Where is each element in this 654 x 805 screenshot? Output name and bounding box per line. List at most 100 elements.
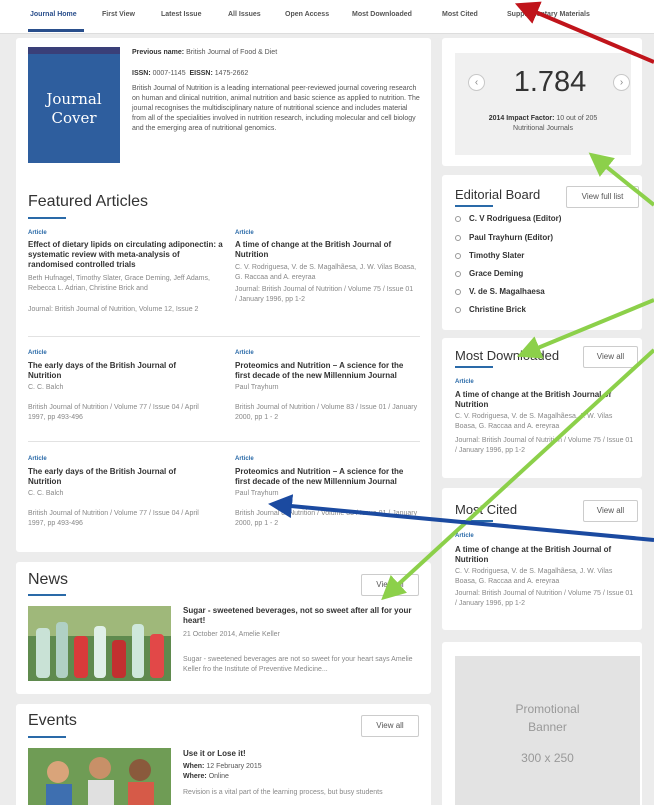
events-heading-rule <box>28 736 66 738</box>
article-label: Article <box>28 456 47 462</box>
most-downloaded-authors: C. V. Rodriguesa, V. de S. Magalhãesa, J… <box>455 413 613 430</box>
board-member-name: Grace Deming <box>469 269 524 278</box>
news-view-all-button[interactable]: View all <box>361 574 419 596</box>
tab-most-cited[interactable]: Most Cited <box>442 11 478 18</box>
article-title[interactable]: Effect of dietary lipids on circulating … <box>28 240 223 270</box>
article-authors: C. C. Balch <box>28 384 64 391</box>
news-title[interactable]: Sugar - sweetened beverages, not so swee… <box>183 606 418 626</box>
bullet-icon <box>455 234 461 241</box>
event-summary: Revision is a vital part of the learning… <box>183 789 383 796</box>
board-heading-rule <box>455 205 493 207</box>
bullet-icon <box>455 306 461 313</box>
downloaded-heading-rule <box>455 366 493 368</box>
board-member[interactable]: Grace Deming <box>455 269 523 278</box>
journal-cover-text: Journal Cover <box>46 90 102 127</box>
promo-size: 300 x 250 <box>521 751 574 765</box>
events-image <box>28 748 171 805</box>
event-where: Where: Online <box>183 772 229 782</box>
most-downloaded-title[interactable]: A time of change at the British Journal … <box>455 390 635 410</box>
event-where-label: Where: <box>183 773 207 780</box>
bullet-icon <box>455 252 461 259</box>
article-label: Article <box>28 350 47 356</box>
article-authors: Paul Trayhurn <box>235 384 279 391</box>
board-member[interactable]: Paul Trayhurn (Editor) <box>455 233 553 242</box>
most-cited-title[interactable]: A time of change at the British Journal … <box>455 545 635 565</box>
event-title[interactable]: Use it or Lose it! <box>183 749 246 759</box>
article-authors: C. V. Rodriguesa, V. de S. Magalhãesa, J… <box>235 264 417 281</box>
promo-text: Promotional Banner <box>455 700 640 736</box>
board-member[interactable]: V. de S. Magalhaesa <box>455 287 545 296</box>
tab-open-access[interactable]: Open Access <box>285 11 329 18</box>
impact-next-icon[interactable]: › <box>613 74 630 91</box>
most-cited-heading: Most Cited <box>455 502 518 517</box>
board-member-name: Paul Trayhurn (Editor) <box>469 233 554 242</box>
editorial-board-heading: Editorial Board <box>455 187 541 202</box>
view-full-list-button[interactable]: View full list <box>566 186 639 208</box>
impact-value: 1.784 <box>513 66 587 98</box>
board-member[interactable]: Christine Brick <box>455 305 526 314</box>
article-title[interactable]: The early days of the British Journal of… <box>28 467 208 487</box>
events-heading: Events <box>28 712 77 729</box>
previous-name-value: British Journal of Food & Diet <box>186 49 278 56</box>
row-divider <box>28 441 420 442</box>
tab-supplementary-materials[interactable]: Supplementary Materials <box>507 11 590 18</box>
article-title[interactable]: Proteomics and Nutrition – A science for… <box>235 361 420 381</box>
promo-line2: Banner <box>528 720 567 734</box>
news-meta: 21 October 2014, Amelie Keller <box>183 631 280 638</box>
previous-name-label: Previous name: <box>132 49 185 56</box>
article-label: Article <box>235 230 254 236</box>
events-view-all-button[interactable]: View all <box>361 715 419 737</box>
board-member-name: Timothy Slater <box>469 251 525 260</box>
eissn-label: EISSN: <box>189 70 213 77</box>
most-cited-view-all-button[interactable]: View all <box>583 500 638 522</box>
impact-prev-icon[interactable]: ‹ <box>468 74 485 91</box>
issn-value: 0007-1145 <box>152 70 186 77</box>
most-cited-authors: C. V. Rodriguesa, V. de S. Magalhãesa, J… <box>455 568 613 585</box>
most-downloaded-view-all-button[interactable]: View all <box>583 346 638 368</box>
bullet-icon <box>455 270 461 277</box>
most-downloaded-heading: Most Downloaded <box>455 348 560 363</box>
tab-all-issues[interactable]: All Issues <box>228 11 261 18</box>
tab-latest-issue[interactable]: Latest Issue <box>161 11 201 18</box>
tab-journal-home[interactable]: Journal Home <box>30 11 77 18</box>
article-label: Article <box>455 533 474 539</box>
article-authors: Paul Trayhurn <box>235 490 279 497</box>
top-navigation: Journal Home First View Latest Issue All… <box>0 0 654 34</box>
article-title[interactable]: A time of change at the British Journal … <box>235 240 415 260</box>
article-journal: British Journal of Nutrition / Volume 77… <box>28 404 199 421</box>
board-member[interactable]: Timothy Slater <box>455 251 524 260</box>
journal-description: British Journal of Nutrition is a leadin… <box>132 85 420 132</box>
article-label: Article <box>235 456 254 462</box>
tab-most-downloaded[interactable]: Most Downloaded <box>352 11 412 18</box>
article-label: Article <box>28 230 47 236</box>
row-divider <box>28 336 420 337</box>
article-journal: British Journal of Nutrition / Volume 83… <box>235 510 418 527</box>
news-image <box>28 606 171 681</box>
impact-rank: 2014 Impact Factor: 10 out of 205 <box>458 114 628 124</box>
news-heading: News <box>28 571 69 588</box>
event-when: When: 12 February 2015 <box>183 762 262 772</box>
cited-heading-rule <box>455 520 493 522</box>
news-summary: Sugar - sweetened beverages are not so s… <box>183 656 413 673</box>
eissn-value: 1475-2662 <box>214 70 249 77</box>
board-member[interactable]: C. V Rodriguesa (Editor) <box>455 214 561 223</box>
article-title[interactable]: Proteomics and Nutrition – A science for… <box>235 467 420 487</box>
article-journal: British Journal of Nutrition / Volume 77… <box>28 510 199 527</box>
bullet-icon <box>455 215 461 222</box>
board-member-name: Christine Brick <box>469 305 526 314</box>
tab-first-view[interactable]: First View <box>102 11 135 18</box>
journal-cover: Journal Cover <box>28 47 120 163</box>
active-tab-indicator <box>28 29 84 32</box>
news-heading-rule <box>28 594 66 596</box>
article-journal: British Journal of Nutrition / Volume 83… <box>235 404 418 421</box>
impact-label: 2014 Impact Factor: <box>488 115 555 122</box>
board-member-name: V. de S. Magalhaesa <box>469 287 545 296</box>
most-cited-journal: Journal: British Journal of Nutrition / … <box>455 590 634 607</box>
article-label: Article <box>455 379 474 385</box>
promo-line1: Promotional <box>515 702 580 716</box>
issn-line: ISSN: 0007-1145 EISSN: 1475-2662 <box>132 69 248 79</box>
board-member-name: C. V Rodriguesa (Editor) <box>469 214 562 223</box>
most-downloaded-journal: Journal: British Journal of Nutrition / … <box>455 437 634 454</box>
event-when-value: 12 February 2015 <box>206 763 262 770</box>
article-title[interactable]: The early days of the British Journal of… <box>28 361 208 381</box>
